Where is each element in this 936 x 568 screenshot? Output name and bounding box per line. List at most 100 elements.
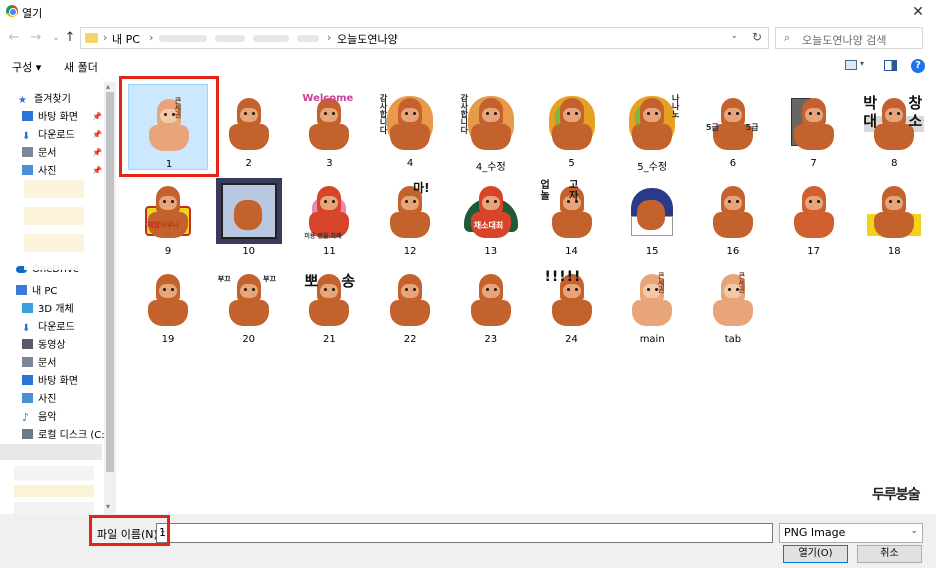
preview-pane-icon[interactable]: [884, 60, 897, 71]
highlight-selected-file: [119, 76, 219, 177]
sidebar-item[interactable]: 3D 개체: [22, 302, 74, 318]
scrollbar-thumb[interactable]: [106, 92, 114, 472]
organize-button[interactable]: 구성 ▾: [12, 59, 41, 75]
desktop-icon: [22, 111, 33, 121]
download-icon: ⬇: [22, 323, 31, 334]
octopus-face: [320, 196, 339, 210]
file-item[interactable]: 18: [854, 172, 934, 258]
file-item[interactable]: 23: [451, 260, 531, 346]
file-item[interactable]: 19: [128, 260, 208, 346]
octopus-character: [712, 186, 753, 242]
view-dropdown-icon[interactable]: ▾: [860, 59, 864, 68]
sidebar-item[interactable]: 내 PC: [16, 284, 57, 300]
sidebar-item[interactable]: 문서: [22, 356, 56, 372]
sidebar-item-label: 동영상: [38, 340, 66, 351]
octopus-character: [470, 186, 511, 242]
filetype-select[interactable]: PNG Image ⌄: [779, 523, 923, 543]
breadcrumb-current-folder[interactable]: 오늘도연나양: [337, 31, 398, 47]
file-item[interactable]: 미용 받을 차례 11: [289, 172, 369, 258]
sidebar-item[interactable]: 로컬 디스크 (C:): [22, 428, 109, 444]
file-item[interactable]: 7: [774, 84, 854, 170]
view-options-icon[interactable]: [845, 60, 857, 70]
scroll-up-icon[interactable]: ▴: [106, 82, 110, 91]
sidebar-item[interactable]: ♪ 음악: [22, 410, 56, 426]
sticker-text: 감사합니다: [379, 94, 389, 134]
sticker-thumbnail: [861, 178, 928, 244]
file-item[interactable]: 큰세권 tab: [693, 260, 773, 346]
file-item[interactable]: 나나노 5_수정: [612, 84, 692, 173]
music-icon: ♪: [22, 411, 30, 424]
sidebar-item[interactable]: 동영상: [22, 338, 66, 354]
file-name: 11: [323, 246, 336, 257]
help-icon[interactable]: ?: [911, 59, 925, 73]
refresh-icon[interactable]: ↻: [752, 30, 762, 44]
blurred-path: [253, 35, 289, 42]
file-item[interactable]: 마! 12: [370, 172, 450, 258]
close-icon[interactable]: ✕: [908, 2, 928, 22]
open-button[interactable]: 열기(O): [783, 545, 848, 563]
file-item[interactable]: 박 창 대 소 8: [854, 84, 934, 170]
octopus-face: [320, 108, 339, 122]
sidebar-item[interactable]: 바탕 화면: [22, 110, 78, 126]
file-item[interactable]: 10: [209, 172, 289, 258]
filename-dropdown-icon[interactable]: ⌄: [159, 526, 768, 536]
sidebar-item[interactable]: ⬇ 다운로드: [22, 320, 75, 336]
file-item[interactable]: 업 고 놀 자 14: [532, 172, 612, 258]
sidebar-item[interactable]: ⬇ 다운로드: [22, 128, 75, 144]
up-icon[interactable]: ↑: [62, 29, 78, 47]
file-item[interactable]: 16: [693, 172, 773, 258]
file-name: 3: [326, 158, 333, 169]
picture-icon: [22, 165, 33, 175]
sidebar-item[interactable]: 바탕 화면: [22, 374, 78, 390]
octopus-eye: [163, 200, 166, 203]
sidebar-item[interactable]: 문서: [22, 146, 56, 162]
octopus-eye: [251, 288, 255, 291]
file-item[interactable]: 5: [532, 84, 612, 170]
file-item[interactable]: 감사합니다 4: [370, 84, 450, 170]
file-item[interactable]: 2: [209, 84, 289, 170]
filetype-dropdown-icon[interactable]: ⌄: [910, 526, 918, 536]
file-item[interactable]: 15: [612, 172, 692, 258]
file-item[interactable]: 재밥사우나 9: [128, 172, 208, 258]
blurred-path: [159, 35, 207, 42]
back-icon[interactable]: ←: [6, 29, 22, 47]
file-item[interactable]: !!!!! 24: [532, 260, 612, 346]
new-folder-button[interactable]: 새 폴더: [64, 59, 98, 75]
file-item[interactable]: 큰세권 main: [612, 260, 692, 346]
sticker-thumbnail: Welcome: [296, 90, 363, 156]
sidebar-item[interactable]: ★ 즐겨찾기: [18, 92, 71, 108]
open-file-dialog: 열기 ✕ ← → ⌄ ↑ › 내 PC › › 오늘도연나양 ⌄ ↻ ⌕ 오늘도…: [0, 0, 936, 568]
sidebar-item-label: 즐겨찾기: [34, 94, 71, 105]
forward-icon[interactable]: →: [28, 29, 44, 47]
file-item[interactable]: 뽀 송 21: [289, 260, 369, 346]
breadcrumb-this-pc[interactable]: 내 PC: [112, 31, 140, 47]
octopus-eye: [727, 112, 731, 115]
pin-icon: 📌: [92, 148, 102, 157]
octopus-character: [233, 200, 262, 230]
sticker-text: 미용 받을 차례: [304, 233, 342, 240]
file-item[interactable]: 채소대최 13: [451, 172, 531, 258]
cancel-button[interactable]: 취소: [857, 545, 922, 563]
navigation-scrollbar[interactable]: ▴ ▾: [104, 82, 116, 514]
octopus-character: [874, 186, 915, 242]
sidebar-item[interactable]: 사진: [22, 392, 56, 408]
navigation-pane: ★즐겨찾기바탕 화면📌⬇다운로드📌문서📌사진📌OneDrive내 PC3D 개체…: [0, 82, 118, 514]
file-item[interactable]: 22: [370, 260, 450, 346]
file-item[interactable]: 17: [774, 172, 854, 258]
sidebar-item[interactable]: 사진: [22, 164, 56, 180]
sidebar-item-label: 사진: [38, 394, 57, 405]
filename-input[interactable]: 1 ⌄: [156, 523, 773, 543]
address-dropdown-icon[interactable]: ⌄: [730, 31, 738, 41]
address-bar[interactable]: › 내 PC › › 오늘도연나양 ⌄ ↻: [80, 27, 769, 49]
octopus-character: [632, 274, 673, 330]
file-name: 7: [810, 158, 817, 169]
highlight-filename: [89, 515, 170, 546]
file-name: 13: [484, 246, 498, 257]
file-item[interactable]: 5급 5급 6: [693, 84, 773, 170]
scroll-down-icon[interactable]: ▾: [106, 502, 110, 511]
search-box[interactable]: ⌕ 오늘도연나양 검색: [775, 27, 923, 49]
sticker-thumbnail: [457, 266, 524, 332]
file-item[interactable]: Welcome 3: [289, 84, 369, 170]
file-item[interactable]: 감사합니다 4_수정: [451, 84, 531, 173]
file-item[interactable]: 부끄 부끄 20: [209, 260, 289, 346]
